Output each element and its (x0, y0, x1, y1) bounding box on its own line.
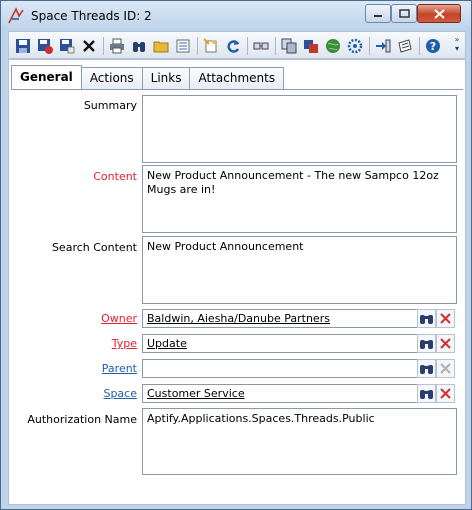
clear-x-icon (440, 388, 451, 399)
save-and-close-button[interactable] (36, 37, 54, 55)
find-button[interactable] (130, 37, 148, 55)
owner-field[interactable]: Baldwin, Aiesha/Danube Partners (142, 309, 418, 328)
authorization-name-field[interactable]: Aptify.Applications.Spaces.Threads.Publi… (142, 408, 457, 475)
wizard-button[interactable] (202, 37, 220, 55)
open-folder-icon (153, 41, 169, 53)
svg-text:?: ? (430, 40, 436, 53)
clear-x-icon (440, 363, 451, 374)
minimize-icon (374, 14, 382, 17)
record-window: Space Threads ID: 2 ? » ▾ General Action… (0, 0, 472, 510)
tab-general[interactable]: General (11, 65, 82, 89)
summary-label: Summary (83, 99, 137, 112)
import-icon (376, 39, 391, 53)
summary-field[interactable] (142, 95, 457, 163)
copy-icon (281, 38, 297, 54)
owner-clear-button[interactable] (436, 309, 455, 328)
wizard-icon (203, 38, 217, 53)
window-title: Space Threads ID: 2 (31, 9, 152, 23)
parent-field[interactable] (142, 359, 418, 378)
save-and-close-icon (38, 39, 53, 54)
import-button[interactable] (374, 37, 392, 55)
space-find-button[interactable] (417, 384, 436, 403)
link-button[interactable] (252, 37, 270, 55)
type-label[interactable]: Type (112, 337, 137, 350)
find-icon (133, 42, 145, 52)
toolbar: ? » ▾ (8, 31, 466, 59)
print-icon (110, 38, 124, 54)
list-icon (176, 39, 190, 53)
refresh-button[interactable] (224, 37, 242, 55)
notes-button[interactable] (396, 37, 414, 55)
binoculars-icon (420, 365, 433, 374)
tab-links[interactable]: Links (141, 67, 191, 89)
multi-view-button[interactable] (302, 37, 320, 55)
link-icon (253, 42, 269, 50)
maximize-button[interactable] (391, 4, 417, 23)
binoculars-icon (420, 315, 433, 324)
authorization-name-label: Authorization Name (27, 413, 137, 426)
content-label: Content (93, 170, 137, 183)
help-icon: ? (426, 39, 440, 53)
toolbar-overflow-chevron-icon[interactable]: » ▾ (452, 35, 462, 55)
multi-view-icon (304, 40, 318, 53)
gear-button[interactable] (346, 37, 364, 55)
type-clear-button[interactable] (436, 334, 455, 353)
maximize-icon (398, 9, 410, 18)
notes-icon (398, 39, 412, 53)
globe-icon (326, 39, 340, 53)
list-button[interactable] (174, 37, 192, 55)
owner-label[interactable]: Owner (101, 312, 137, 325)
gear-icon (347, 38, 363, 54)
help-button[interactable]: ? (424, 37, 442, 55)
save-button[interactable] (14, 37, 32, 55)
space-label[interactable]: Space (103, 387, 137, 400)
search-content-label: Search Content (51, 241, 137, 254)
delete-icon (83, 40, 95, 52)
tab-actions[interactable]: Actions (80, 67, 143, 89)
space-clear-button[interactable] (436, 384, 455, 403)
search-content-field[interactable]: New Product Announcement (142, 236, 457, 304)
close-icon (433, 8, 445, 19)
refresh-icon (227, 40, 240, 53)
space-field[interactable]: Customer Service (142, 384, 418, 403)
copy-button[interactable] (280, 37, 298, 55)
record-panel: General Actions Links Attachments Summar… (8, 59, 466, 505)
type-find-button[interactable] (417, 334, 436, 353)
minimize-button[interactable] (365, 4, 391, 23)
binoculars-icon (420, 390, 433, 399)
print-button[interactable] (108, 37, 126, 55)
type-field[interactable]: Update (142, 334, 418, 353)
binoculars-icon (420, 340, 433, 349)
owner-find-button[interactable] (417, 309, 436, 328)
parent-label[interactable]: Parent (102, 362, 137, 375)
delete-button[interactable] (80, 37, 98, 55)
tab-attachments[interactable]: Attachments (189, 67, 285, 89)
save-icon (16, 39, 30, 53)
close-button[interactable] (417, 4, 461, 23)
aptify-logo-icon (8, 7, 24, 24)
save-and-new-button[interactable] (58, 37, 76, 55)
parent-find-button[interactable] (417, 359, 436, 378)
clear-x-icon (440, 338, 451, 349)
tab-strip: General Actions Links Attachments (11, 65, 285, 89)
save-and-new-icon (60, 39, 75, 54)
clear-x-icon (440, 313, 451, 324)
content-field[interactable]: New Product Announcement - The new Sampc… (142, 165, 457, 233)
title-bar[interactable]: Space Threads ID: 2 (1, 1, 471, 31)
open-button[interactable] (152, 37, 170, 55)
parent-clear-button[interactable] (436, 359, 455, 378)
globe-button[interactable] (324, 37, 342, 55)
